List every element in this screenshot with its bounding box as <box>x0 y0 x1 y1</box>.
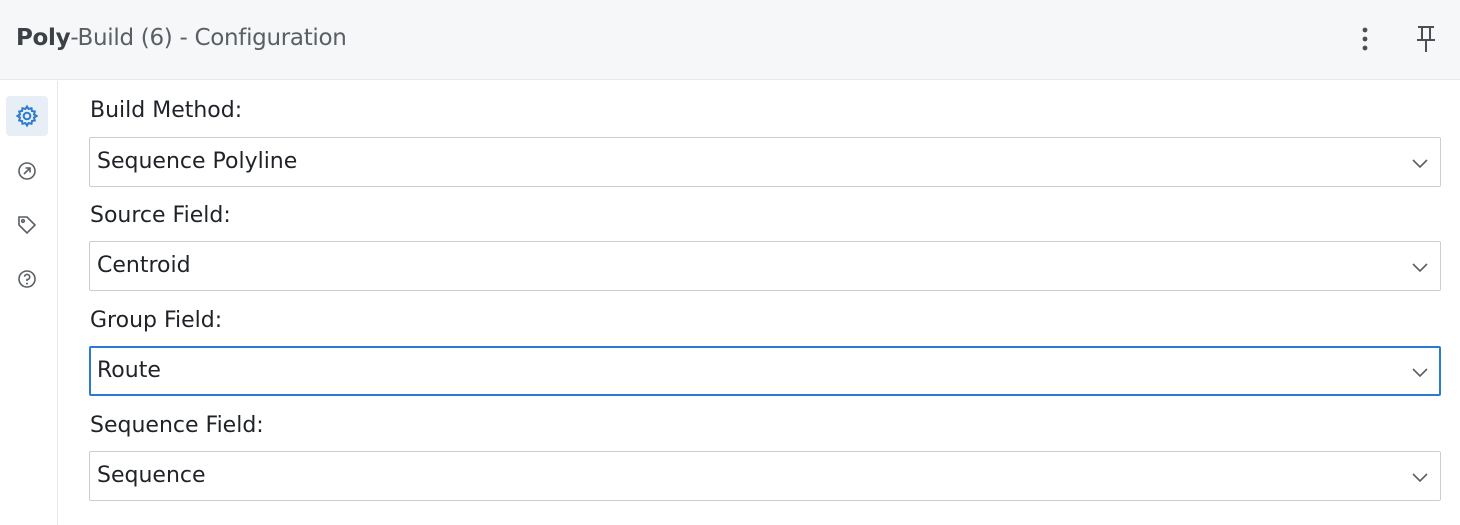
sequence-field-label: Sequence Field: <box>90 413 264 438</box>
build-method-label: Build Method: <box>90 98 243 123</box>
build-method-value: Sequence Polyline <box>97 149 298 174</box>
kebab-menu-icon[interactable] <box>1349 22 1381 56</box>
chevron-down-icon <box>1412 368 1428 378</box>
panel-title: Poly-Build (6) - Configuration <box>16 25 347 51</box>
tag-icon[interactable] <box>6 205 48 245</box>
sequence-field-value: Sequence <box>97 463 206 488</box>
group-field-value: Route <box>97 358 161 383</box>
source-field-select[interactable]: Centroid <box>89 241 1441 291</box>
build-method-select[interactable]: Sequence Polyline <box>89 137 1441 187</box>
chevron-down-icon <box>1412 473 1428 483</box>
source-field-label: Source Field: <box>90 203 231 228</box>
arrow-up-right-circle-icon[interactable] <box>6 151 48 191</box>
chevron-down-icon <box>1412 263 1428 273</box>
tool-name: Poly <box>16 25 71 51</box>
title-text: -Build (6) - Configuration <box>70 25 347 51</box>
panel-header: Poly-Build (6) - Configuration <box>0 0 1460 80</box>
gear-icon[interactable] <box>6 96 48 136</box>
sequence-field-select[interactable]: Sequence <box>89 451 1441 501</box>
side-rail <box>0 81 58 525</box>
source-field-value: Centroid <box>97 253 191 278</box>
pin-icon[interactable] <box>1410 22 1442 56</box>
group-field-label: Group Field: <box>90 308 223 333</box>
chevron-down-icon <box>1412 159 1428 169</box>
help-circle-icon[interactable] <box>6 259 48 299</box>
group-field-select[interactable]: Route <box>89 346 1441 396</box>
